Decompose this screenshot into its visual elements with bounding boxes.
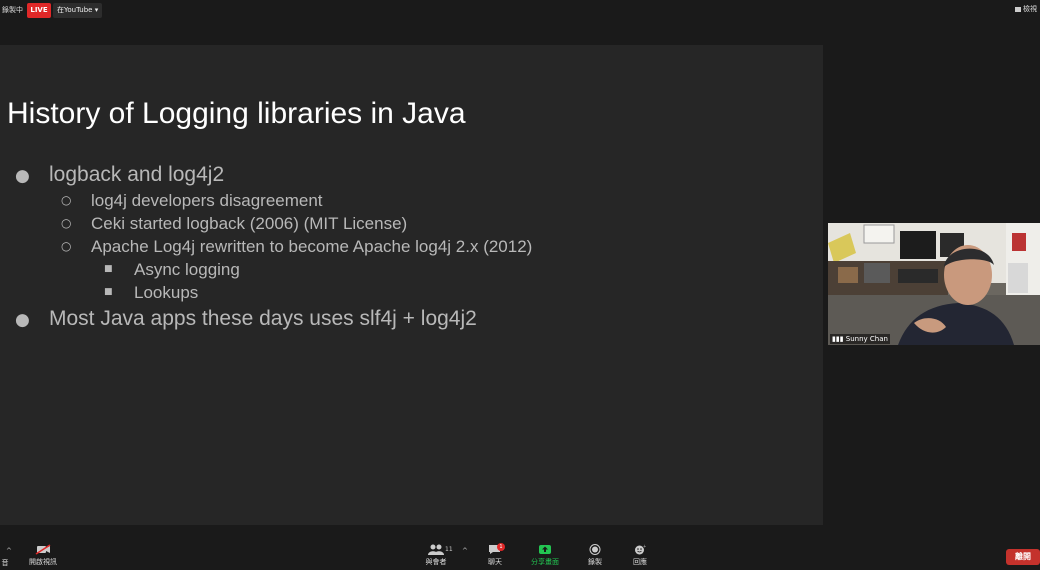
view-label: 檢視	[1023, 5, 1037, 13]
audio-button[interactable]: 音	[0, 556, 10, 568]
reactions-label: 回應	[633, 558, 647, 566]
audio-label: 音	[1, 559, 9, 567]
participants-label: 與會者	[425, 558, 447, 566]
grid-view-icon	[1015, 6, 1021, 12]
bullet-item: Ceki started logback (2006) (MIT License…	[91, 214, 408, 233]
end-meeting-button[interactable]: 離開	[1006, 549, 1040, 565]
recording-status: 錄製中	[2, 6, 23, 14]
chat-unread-badge: 1	[497, 543, 505, 551]
record-button[interactable]: 錄製	[584, 544, 606, 567]
bullet-circle-icon: ○	[61, 216, 72, 230]
reactions-button[interactable]: + 回應	[629, 544, 651, 567]
share-label: 分享畫面	[531, 558, 559, 566]
video-off-icon	[35, 544, 51, 555]
video-label: 開啟視訊	[29, 558, 57, 566]
chat-label: 聊天	[488, 558, 502, 566]
bullet-circle-icon: ○	[61, 193, 72, 207]
share-screen-button[interactable]: 分享畫面	[528, 544, 562, 567]
share-screen-icon	[539, 545, 551, 554]
audio-options-chevron-icon[interactable]: ^	[6, 547, 12, 555]
participants-icon	[428, 544, 444, 555]
smiley-icon: +	[635, 544, 646, 555]
bullet-item: Lookups	[134, 283, 199, 302]
shared-screen: History of Logging libraries in Java ● l…	[0, 45, 823, 525]
live-badge[interactable]: LIVE	[27, 3, 51, 18]
participants-chevron-icon[interactable]: ^	[462, 547, 468, 555]
view-button[interactable]: 檢視	[1015, 4, 1037, 14]
bullet-circle-icon: ○	[61, 239, 72, 253]
record-icon	[589, 544, 601, 555]
youtube-stream-button[interactable]: 在YouTube ▾	[53, 3, 103, 18]
start-video-button[interactable]: 開啟視訊	[24, 544, 62, 567]
meeting-toolbar: ^ 音 開啟視訊 與會者 11 ^ 聊天 1 分享畫面 錄製 + 回應	[0, 540, 1040, 570]
svg-text:+: +	[643, 544, 646, 549]
bullet-item: Most Java apps these days uses slf4j + l…	[49, 307, 477, 330]
bullet-square-icon: ■	[104, 264, 113, 274]
bullet-item: Apache Log4j rewritten to become Apache …	[91, 237, 533, 256]
bullet-dot-icon: ●	[15, 166, 30, 186]
bullet-dot-icon: ●	[15, 310, 30, 330]
signal-icon: ▮▮▮	[832, 335, 844, 343]
participant-video[interactable]: ▮▮▮ Sunny Chan	[828, 223, 1040, 345]
participants-count: 11	[445, 546, 453, 553]
meeting-top-bar: 錄製中 LIVE 在YouTube ▾ 檢視	[0, 0, 1040, 22]
bullet-item: logback and log4j2	[49, 163, 225, 186]
video-frame	[828, 223, 1040, 345]
participant-name: Sunny Chan	[845, 335, 888, 343]
slide-title: History of Logging libraries in Java	[7, 97, 466, 130]
participant-name-tag: ▮▮▮ Sunny Chan	[830, 334, 890, 344]
bullet-item: log4j developers disagreement	[91, 191, 323, 210]
bullet-item: Async logging	[134, 260, 240, 279]
bullet-square-icon: ■	[104, 287, 113, 297]
record-label: 錄製	[588, 558, 602, 566]
